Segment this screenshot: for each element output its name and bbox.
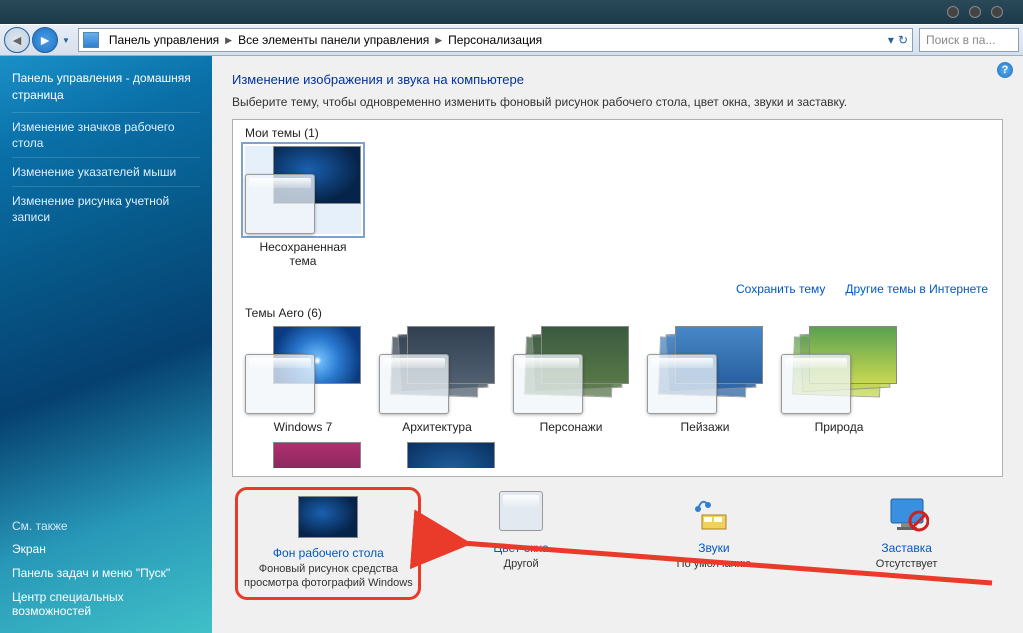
sounds-option[interactable]: Звуки По умолчанию	[621, 491, 807, 600]
color-swatch-icon	[499, 491, 543, 531]
option-subtitle: По умолчанию	[621, 557, 807, 571]
option-title[interactable]: Цвет окна	[428, 541, 614, 555]
theme-partial[interactable]	[245, 442, 361, 464]
address-bar[interactable]: Панель управления ▶ Все элементы панели …	[78, 28, 913, 52]
dropdown-icon[interactable]: ▾	[888, 33, 894, 47]
themes-panel: Мои темы (1) Несохраненная тема Сохранит…	[232, 119, 1003, 477]
breadcrumb[interactable]: Панель управления	[105, 33, 223, 47]
back-button[interactable]: ◄	[4, 27, 30, 53]
window-titlebar	[0, 0, 1023, 24]
option-subtitle: Фоновый рисунок средства просмотра фотог…	[242, 562, 414, 591]
desktop-background-option[interactable]: Фон рабочего стола Фоновый рисунок средс…	[235, 487, 421, 600]
theme-landscapes[interactable]: Пейзажи	[647, 326, 763, 434]
page-description: Выберите тему, чтобы одновременно измени…	[232, 95, 1003, 109]
breadcrumb[interactable]: Все элементы панели управления	[234, 33, 433, 47]
sidebar-link-display[interactable]: Экран	[12, 537, 200, 561]
chevron-right-icon[interactable]: ▶	[433, 35, 444, 46]
control-panel-icon	[83, 32, 99, 48]
toolbar: ◄ ► ▼ Панель управления ▶ Все элементы п…	[0, 24, 1023, 56]
my-themes-header: Мои темы (1)	[233, 120, 1002, 142]
window-color-option[interactable]: Цвет окна Другой	[428, 491, 614, 600]
screensaver-icon	[877, 491, 937, 535]
option-title[interactable]: Фон рабочего стола	[242, 546, 414, 560]
breadcrumb[interactable]: Персонализация	[444, 33, 546, 47]
theme-characters[interactable]: Персонажи	[513, 326, 629, 434]
search-input[interactable]: Поиск в па...	[919, 28, 1019, 52]
theme-label: Пейзажи	[647, 420, 763, 434]
maximize-icon[interactable]	[969, 6, 981, 18]
theme-windows7[interactable]: Windows 7	[245, 326, 361, 434]
sidebar: Панель управления - домашняя страница Из…	[0, 56, 212, 633]
control-panel-home-link[interactable]: Панель управления - домашняя страница	[12, 66, 200, 112]
sidebar-link-ease-of-access[interactable]: Центр специальных возможностей	[12, 585, 200, 623]
save-theme-link[interactable]: Сохранить тему	[736, 282, 825, 296]
bottom-options: Фон рабочего стола Фоновый рисунок средс…	[232, 483, 1003, 608]
theme-label: Архитектура	[379, 420, 495, 434]
minimize-icon[interactable]	[947, 6, 959, 18]
option-title[interactable]: Звуки	[621, 541, 807, 555]
theme-label: Windows 7	[245, 420, 361, 434]
chevron-right-icon[interactable]: ▶	[223, 35, 234, 46]
history-dropdown-icon[interactable]: ▼	[60, 36, 72, 45]
sidebar-link-desktop-icons[interactable]: Изменение значков рабочего стола	[12, 112, 200, 157]
option-subtitle: Другой	[428, 557, 614, 571]
forward-button[interactable]: ►	[32, 27, 58, 53]
theme-architecture[interactable]: Архитектура	[379, 326, 495, 434]
content-area: ? Изменение изображения и звука на компь…	[212, 56, 1023, 633]
sidebar-link-account-picture[interactable]: Изменение рисунка учетной записи	[12, 186, 200, 231]
theme-nature[interactable]: Природа	[781, 326, 897, 434]
theme-glass-thumb	[245, 174, 315, 234]
help-icon[interactable]: ?	[997, 62, 1013, 78]
sounds-icon	[684, 491, 744, 535]
sidebar-link-mouse-pointers[interactable]: Изменение указателей мыши	[12, 157, 200, 186]
theme-unsaved[interactable]: Несохраненная тема	[245, 146, 361, 268]
more-themes-link[interactable]: Другие темы в Интернете	[845, 282, 988, 296]
wallpaper-icon	[298, 496, 358, 538]
aero-themes-header: Темы Aero (6)	[233, 300, 1002, 322]
close-icon[interactable]	[991, 6, 1003, 18]
see-also-header: См. также	[12, 515, 200, 537]
page-title: Изменение изображения и звука на компьют…	[232, 72, 1003, 87]
theme-label: Природа	[781, 420, 897, 434]
theme-label: Несохраненная тема	[245, 240, 361, 268]
screensaver-option[interactable]: Заставка Отсутствует	[814, 491, 1000, 600]
theme-partial[interactable]	[379, 442, 495, 464]
option-title[interactable]: Заставка	[814, 541, 1000, 555]
theme-label: Персонажи	[513, 420, 629, 434]
sidebar-link-taskbar[interactable]: Панель задач и меню "Пуск"	[12, 561, 200, 585]
refresh-icon[interactable]: ↻	[898, 33, 908, 47]
option-subtitle: Отсутствует	[814, 557, 1000, 571]
